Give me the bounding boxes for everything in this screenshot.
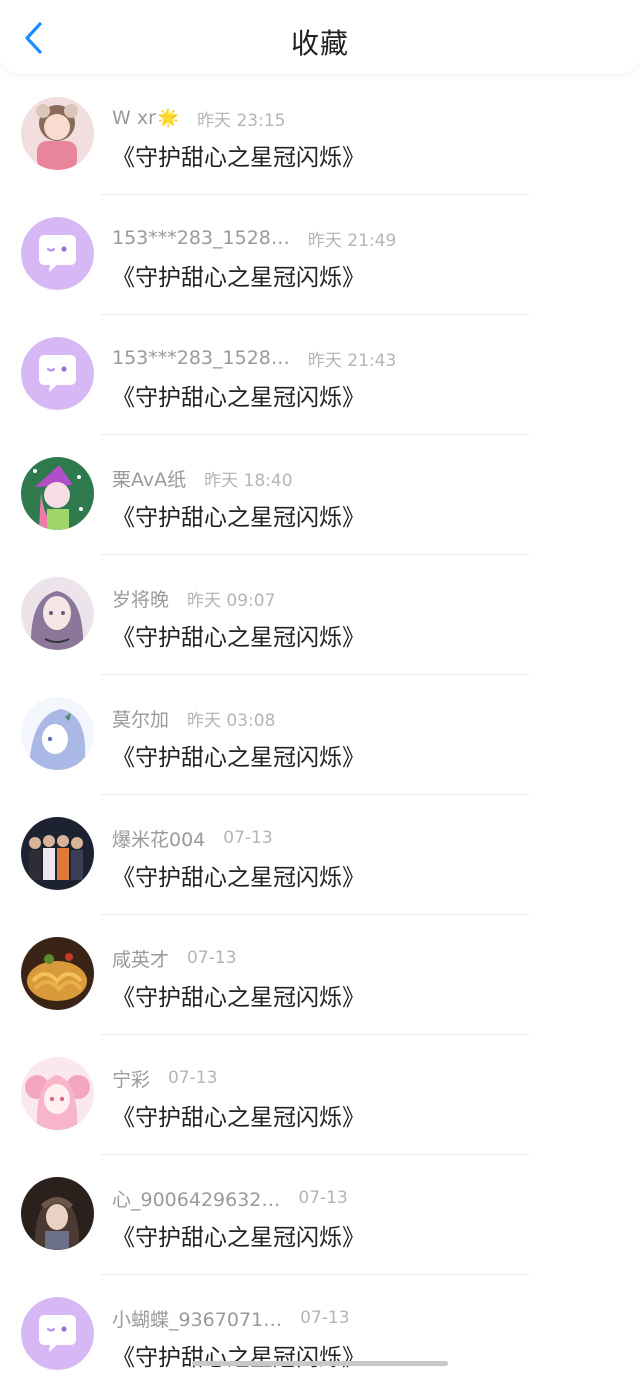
user-avatar[interactable] [21,577,94,650]
username[interactable]: 莫尔加 [112,705,169,732]
favorite-title[interactable]: 《守护甜心之星冠闪烁》 [112,1338,365,1372]
favorite-title[interactable]: 《守护甜心之星冠闪烁》 [112,618,365,652]
list-item[interactable]: 宁彩 07-13 《守护甜心之星冠闪烁》 [0,1035,640,1155]
top-nav-bar: 收藏 [0,0,640,74]
user-avatar[interactable] [21,1057,94,1130]
favorite-title[interactable]: 《守护甜心之星冠闪烁》 [112,1098,365,1132]
list-item[interactable]: 咸英才 07-13 《守护甜心之星冠闪烁》 [0,915,640,1035]
timestamp: 昨天 03:08 [187,710,276,731]
favorite-title[interactable]: 《守护甜心之星冠闪烁》 [112,258,365,292]
username[interactable]: 岁将晚 [112,585,169,612]
home-indicator [192,1361,448,1366]
favorite-title[interactable]: 《守护甜心之星冠闪烁》 [112,738,365,772]
favorite-title[interactable]: 《守护甜心之星冠闪烁》 [112,858,365,892]
username[interactable]: 心_9006429632… [112,1185,280,1212]
user-avatar[interactable] [21,457,94,530]
username[interactable]: W xr [112,107,156,129]
user-avatar[interactable] [21,1177,94,1250]
user-avatar[interactable] [21,697,94,770]
timestamp: 昨天 23:15 [197,110,286,131]
user-avatar[interactable] [21,217,94,290]
list-item[interactable]: 岁将晚 昨天 09:07 《守护甜心之星冠闪烁》 [0,555,640,675]
favorite-title[interactable]: 《守护甜心之星冠闪烁》 [112,978,365,1012]
favorite-title[interactable]: 《守护甜心之星冠闪烁》 [112,138,365,172]
user-avatar[interactable] [21,1297,94,1370]
user-avatar[interactable] [21,817,94,890]
list-item[interactable]: 153***283_1528… 昨天 21:43 《守护甜心之星冠闪烁》 [0,315,640,435]
username[interactable]: 153***283_1528… [112,347,290,369]
user-avatar[interactable] [21,97,94,170]
timestamp: 07-13 [223,828,273,848]
list-item[interactable]: 心_9006429632… 07-13 《守护甜心之星冠闪烁》 [0,1155,640,1275]
page-title: 收藏 [290,27,349,60]
list-item[interactable]: 栗AvA纸 昨天 18:40 《守护甜心之星冠闪烁》 [0,435,640,555]
timestamp: 昨天 21:43 [307,350,397,371]
list-item[interactable]: 小蝴蝶_9367071… 07-13 《守护甜心之星冠闪烁》 [0,1275,640,1395]
timestamp: 昨天 21:49 [307,230,397,251]
timestamp: 昨天 18:40 [204,470,293,491]
list-item[interactable]: 莫尔加 昨天 03:08 《守护甜心之星冠闪烁》 [0,675,640,795]
list-item[interactable]: 153***283_1528… 昨天 21:49 《守护甜心之星冠闪烁》 [0,195,640,315]
username[interactable]: 爆米花004 [112,825,205,852]
timestamp: 07-13 [300,1308,350,1328]
favorite-title[interactable]: 《守护甜心之星冠闪烁》 [112,1218,365,1252]
username[interactable]: 栗AvA纸 [112,465,186,492]
user-avatar[interactable] [21,937,94,1010]
timestamp: 07-13 [168,1068,218,1088]
favorites-list: W xr 🌟 昨天 23:15 《守护甜心之星冠闪烁》 153***283_15… [0,75,640,1395]
username[interactable]: 咸英才 [112,945,169,972]
star-icon: 🌟 [157,108,180,128]
username[interactable]: 宁彩 [112,1065,150,1092]
favorite-title[interactable]: 《守护甜心之星冠闪烁》 [112,498,365,532]
timestamp: 07-13 [298,1188,348,1208]
user-avatar[interactable] [21,337,94,410]
list-item[interactable]: 爆米花004 07-13 《守护甜心之星冠闪烁》 [0,795,640,915]
favorite-title[interactable]: 《守护甜心之星冠闪烁》 [112,378,365,412]
username[interactable]: 153***283_1528… [112,227,290,249]
username[interactable]: 小蝴蝶_9367071… [112,1305,282,1332]
list-item[interactable]: W xr 🌟 昨天 23:15 《守护甜心之星冠闪烁》 [0,75,640,195]
timestamp: 07-13 [187,948,237,968]
timestamp: 昨天 09:07 [187,590,276,611]
